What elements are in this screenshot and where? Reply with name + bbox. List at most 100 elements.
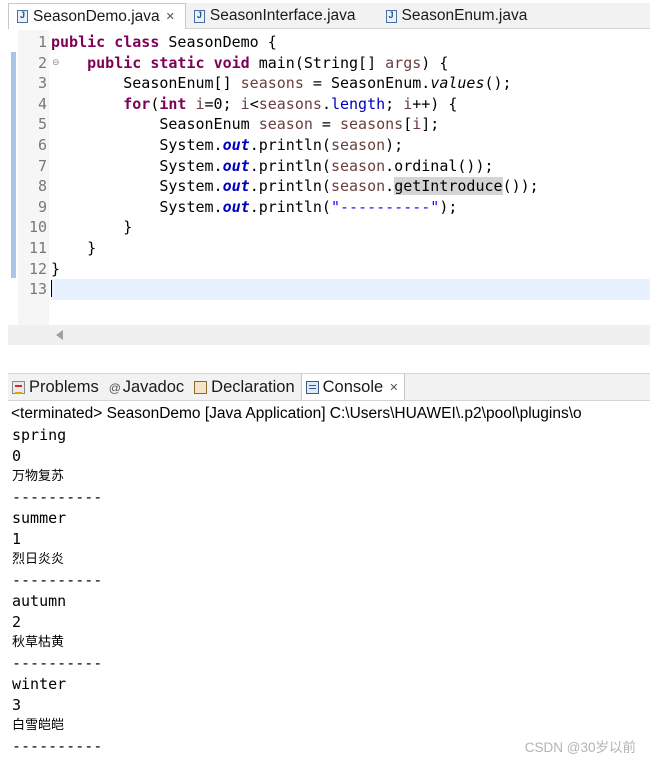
console-line: ---------- xyxy=(12,488,103,507)
line-number: 3 xyxy=(37,74,47,93)
scroll-left-icon[interactable] xyxy=(56,330,63,340)
line-number: 8 xyxy=(37,177,47,196)
code-text: (); xyxy=(484,74,512,93)
keyword: public xyxy=(87,53,142,72)
tab-seasonenum-java[interactable]: SeasonEnum.java xyxy=(378,3,538,29)
line-number-gutter: 1 2 ⊖ 3 4 5 6 7 8 9 10 11 12 13 xyxy=(18,30,60,345)
problems-icon xyxy=(12,380,25,394)
local-variable: i xyxy=(195,94,205,113)
line-number: 1 xyxy=(37,33,47,51)
code-text: ) { xyxy=(421,53,449,72)
static-field: out xyxy=(222,156,250,175)
tab-label: SeasonInterface.java xyxy=(209,7,356,24)
tab-label: Declaration xyxy=(211,377,295,396)
code-text: SeasonEnum[] xyxy=(123,74,241,93)
code-text: SeasonEnum xyxy=(159,115,259,134)
text-caret xyxy=(51,280,52,298)
java-file-icon xyxy=(385,9,397,23)
code-line: } xyxy=(51,238,650,259)
code-text: = SeasonEnum. xyxy=(303,74,431,93)
console-line: 万物复苏 xyxy=(12,468,65,484)
console-line: spring xyxy=(12,426,67,444)
local-variable: season xyxy=(330,177,386,196)
code-text: ; xyxy=(385,94,404,113)
code-text: .println( xyxy=(249,156,331,175)
code-line: SeasonEnum season = seasons[i]; xyxy=(51,114,650,135)
panel-tab-bar: Problems @ Javadoc Declaration Console ✕ xyxy=(8,373,650,401)
watermark: CSDN @30岁以前 xyxy=(524,740,636,755)
declaration-icon xyxy=(194,380,208,394)
console-output[interactable]: spring 0 万物复苏 ---------- summer 1 烈日炎炎 -… xyxy=(12,425,642,757)
code-text: ()); xyxy=(502,177,539,196)
code-text: .println( xyxy=(249,136,331,154)
java-file-icon xyxy=(17,10,28,23)
code-line: } xyxy=(51,217,650,238)
code-line: SeasonEnum[] seasons = SeasonEnum.values… xyxy=(51,73,650,94)
local-variable: seasons xyxy=(258,94,322,113)
keyword: public xyxy=(51,33,106,51)
code-text: ); xyxy=(439,197,458,216)
local-variable: season xyxy=(330,136,386,154)
console-line: 白雪皑皑 xyxy=(12,717,65,733)
code-text: .println( xyxy=(249,177,331,196)
tab-label: SeasonDemo.java xyxy=(33,7,160,25)
console-line: 1 xyxy=(12,529,22,548)
code-area[interactable]: public class SeasonDemo { public static … xyxy=(51,30,650,345)
code-line: System.out.println("----------"); xyxy=(51,197,650,218)
javadoc-icon: @ xyxy=(108,380,121,395)
keyword: class xyxy=(114,33,160,51)
local-variable: i xyxy=(412,115,422,134)
field-reference: length xyxy=(330,94,386,113)
local-variable: seasons xyxy=(340,115,404,134)
tab-console[interactable]: Console ✕ xyxy=(300,374,406,400)
line-number: 13 xyxy=(28,280,47,299)
keyword: static xyxy=(150,53,205,72)
line-number: 12 xyxy=(28,259,47,278)
method-call: values xyxy=(430,74,485,93)
line-number: 11 xyxy=(28,239,47,257)
highlighted-method: getIntroduce xyxy=(394,177,503,196)
code-text: } xyxy=(51,259,61,278)
console-line: 2 xyxy=(12,612,22,631)
close-tab-icon[interactable]: ✕ xyxy=(166,10,175,23)
code-text: . xyxy=(321,94,331,113)
code-text: System. xyxy=(159,197,223,216)
tab-problems[interactable]: Problems xyxy=(8,374,105,400)
local-variable: i xyxy=(240,94,250,113)
console-line: 0 xyxy=(12,446,22,465)
keyword: int xyxy=(159,94,187,113)
console-status-header: <terminated> SeasonDemo [Java Applicatio… xyxy=(11,405,582,422)
current-line[interactable] xyxy=(51,279,650,300)
tab-javadoc[interactable]: @ Javadoc xyxy=(105,374,190,400)
local-variable: season xyxy=(330,156,386,175)
java-file-icon xyxy=(193,9,205,23)
close-tab-icon[interactable]: ✕ xyxy=(389,381,398,394)
line-number: 5 xyxy=(37,115,47,134)
code-text: System. xyxy=(159,177,223,196)
code-text: SeasonDemo { xyxy=(159,33,277,51)
console-line: autumn xyxy=(12,592,67,610)
code-text: System. xyxy=(159,136,223,154)
code-line: public class SeasonDemo { xyxy=(51,32,650,53)
tab-seasoninterface-java[interactable]: SeasonInterface.java xyxy=(186,3,366,29)
tab-label: Problems xyxy=(29,377,99,396)
code-text: ++) { xyxy=(412,94,458,113)
string-literal: "----------" xyxy=(330,197,440,216)
console-line: summer xyxy=(12,509,67,527)
local-variable: seasons xyxy=(240,74,304,93)
console-line: 烈日炎炎 xyxy=(12,551,65,567)
code-text: } xyxy=(87,239,97,257)
horizontal-scrollbar[interactable] xyxy=(8,325,650,345)
code-editor[interactable]: 1 2 ⊖ 3 4 5 6 7 8 9 10 11 12 13 public c… xyxy=(8,30,650,345)
tab-label: SeasonEnum.java xyxy=(401,7,528,24)
line-number: 2 xyxy=(37,53,47,72)
console-icon xyxy=(305,380,319,394)
console-line: 秋草枯黄 xyxy=(12,634,65,650)
code-text: [ xyxy=(403,115,413,134)
parameter: args xyxy=(385,53,422,72)
tab-seasondemo-java[interactable]: SeasonDemo.java ✕ xyxy=(8,3,186,29)
static-field: out xyxy=(222,197,250,216)
tab-declaration[interactable]: Declaration xyxy=(190,374,300,400)
code-text: System. xyxy=(159,156,223,175)
